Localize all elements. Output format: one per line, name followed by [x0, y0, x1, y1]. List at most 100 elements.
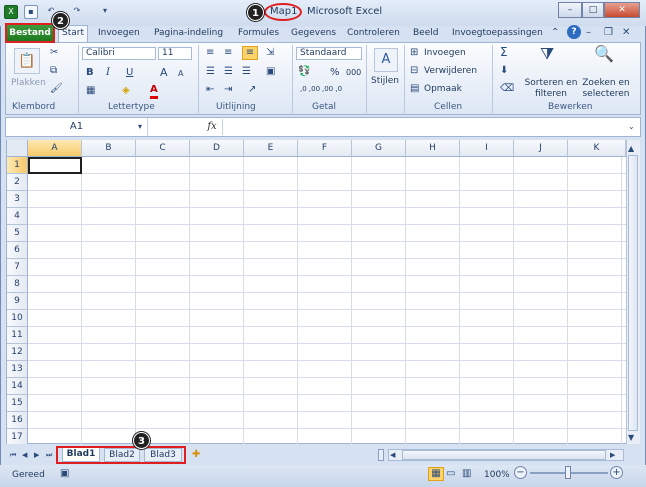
row-header[interactable]: 6: [7, 242, 28, 259]
row-header[interactable]: 8: [7, 276, 28, 293]
row-header[interactable]: 4: [7, 208, 28, 225]
scroll-left-icon[interactable]: ◀: [390, 449, 395, 461]
zoom-in-button[interactable]: +: [610, 466, 623, 479]
prev-sheet-icon[interactable]: ◀: [22, 449, 27, 461]
cut-icon[interactable]: ✂: [50, 47, 58, 59]
close-button[interactable]: ✕: [604, 2, 640, 18]
wrap-text-icon[interactable]: ⇲: [266, 47, 274, 59]
row-header[interactable]: 5: [7, 225, 28, 242]
increase-indent-icon[interactable]: ⇥: [224, 84, 232, 96]
font-name-select[interactable]: Calibri: [82, 47, 156, 60]
help-icon[interactable]: ?: [567, 25, 581, 39]
currency-icon[interactable]: 💱: [298, 66, 310, 78]
orientation-icon[interactable]: ↗: [248, 84, 256, 96]
name-box-dropdown-icon[interactable]: ▾: [138, 121, 142, 133]
decrease-decimal-button[interactable]: ,00 ,0: [322, 85, 342, 93]
merge-center-icon[interactable]: ▣: [266, 66, 275, 78]
row-header[interactable]: 1: [7, 157, 28, 174]
decrease-indent-icon[interactable]: ⇤: [206, 84, 214, 96]
row-header[interactable]: 3: [7, 191, 28, 208]
shrink-font-button[interactable]: A: [178, 68, 183, 80]
column-header[interactable]: C: [136, 140, 190, 157]
tab-page-layout[interactable]: Pagina-indeling: [154, 26, 223, 42]
paste-button[interactable]: Plakken: [11, 78, 46, 88]
tab-view[interactable]: Beeld: [413, 26, 438, 42]
row-header[interactable]: 7: [7, 259, 28, 276]
align-top-icon[interactable]: ≡: [206, 47, 214, 59]
scroll-up-icon[interactable]: ▲: [628, 143, 634, 155]
delete-cells-icon[interactable]: ⊟: [410, 65, 418, 77]
borders-icon[interactable]: ▦: [86, 85, 95, 97]
column-header[interactable]: G: [352, 140, 406, 157]
vertical-scroll-thumb[interactable]: [628, 155, 638, 431]
page-layout-view-icon[interactable]: ▭: [446, 468, 455, 480]
row-header[interactable]: 12: [7, 344, 28, 361]
align-right-icon[interactable]: ☰: [242, 66, 251, 78]
font-color-button[interactable]: A: [150, 84, 158, 99]
insert-cells-icon[interactable]: ⊞: [410, 47, 418, 59]
doc-restore-icon[interactable]: ❐: [604, 27, 613, 39]
save-icon[interactable]: ▪: [24, 5, 38, 19]
align-center-icon[interactable]: ☰: [224, 66, 233, 78]
align-bottom-icon[interactable]: ≡: [242, 46, 258, 60]
delete-cells-button[interactable]: Verwijderen: [424, 66, 477, 76]
column-header[interactable]: J: [514, 140, 568, 157]
first-sheet-icon[interactable]: ⏮: [10, 449, 16, 461]
row-header[interactable]: 16: [7, 412, 28, 429]
sort-filter-icon[interactable]: ⧩: [540, 46, 554, 62]
styles-button[interactable]: Stijlen: [371, 76, 399, 86]
tab-data[interactable]: Gegevens: [291, 26, 336, 42]
column-header[interactable]: D: [190, 140, 244, 157]
insert-function-button[interactable]: fx: [204, 118, 220, 136]
name-box[interactable]: A1: [6, 118, 148, 136]
find-select-button[interactable]: Zoeken en selecteren: [578, 78, 634, 100]
underline-button[interactable]: U: [126, 67, 133, 79]
normal-view-icon[interactable]: ▦: [428, 467, 444, 481]
grow-font-button[interactable]: A: [160, 67, 168, 79]
expand-formula-bar-icon[interactable]: ⌄: [628, 121, 635, 133]
doc-close-icon[interactable]: ✕: [622, 27, 630, 39]
horizontal-scroll-thumb[interactable]: [402, 450, 606, 460]
column-header[interactable]: H: [406, 140, 460, 157]
styles-icon[interactable]: A: [374, 48, 398, 72]
tab-review[interactable]: Controleren: [347, 26, 400, 42]
row-header[interactable]: 10: [7, 310, 28, 327]
insert-sheet-icon[interactable]: ✚: [192, 449, 200, 461]
format-cells-button[interactable]: Opmaak: [424, 84, 462, 94]
tab-formulas[interactable]: Formules: [238, 26, 279, 42]
select-all-corner[interactable]: [7, 140, 28, 157]
tab-addins[interactable]: Invoegtoepassingen: [452, 26, 543, 42]
row-header[interactable]: 11: [7, 327, 28, 344]
insert-cells-button[interactable]: Invoegen: [424, 48, 466, 58]
column-header[interactable]: B: [82, 140, 136, 157]
format-cells-icon[interactable]: ▤: [410, 83, 419, 95]
maximize-button[interactable]: □: [582, 2, 604, 18]
tab-split-handle[interactable]: [378, 449, 384, 461]
doc-minimize-icon[interactable]: –: [586, 27, 591, 39]
zoom-slider-thumb[interactable]: [565, 466, 571, 479]
scroll-right-icon[interactable]: ▶: [610, 449, 615, 461]
formula-input[interactable]: [222, 119, 626, 135]
percent-button[interactable]: %: [330, 67, 340, 78]
italic-button[interactable]: I: [106, 67, 110, 79]
column-header[interactable]: E: [244, 140, 298, 157]
column-header[interactable]: A: [28, 140, 82, 157]
scroll-down-icon[interactable]: ▼: [628, 432, 634, 444]
minimize-ribbon-icon[interactable]: ⌃: [551, 27, 559, 39]
autosum-button[interactable]: Σ: [500, 46, 508, 58]
page-break-view-icon[interactable]: ▥: [462, 468, 471, 480]
next-sheet-icon[interactable]: ▶: [34, 449, 39, 461]
macro-record-icon[interactable]: ▣: [60, 468, 69, 480]
customize-qat-icon[interactable]: ▾: [98, 5, 112, 19]
number-format-select[interactable]: Standaard: [296, 47, 362, 60]
active-cell-a1[interactable]: [28, 157, 82, 174]
row-header[interactable]: 2: [7, 174, 28, 191]
fill-icon[interactable]: ⬇: [500, 65, 508, 77]
copy-icon[interactable]: ⧉: [50, 65, 57, 77]
last-sheet-icon[interactable]: ⏭: [46, 449, 52, 461]
find-select-icon[interactable]: 🔍: [594, 46, 614, 62]
thousands-button[interactable]: 000: [346, 68, 361, 77]
paste-icon[interactable]: 📋: [14, 48, 40, 74]
align-middle-icon[interactable]: ≡: [224, 47, 232, 59]
column-header[interactable]: I: [460, 140, 514, 157]
